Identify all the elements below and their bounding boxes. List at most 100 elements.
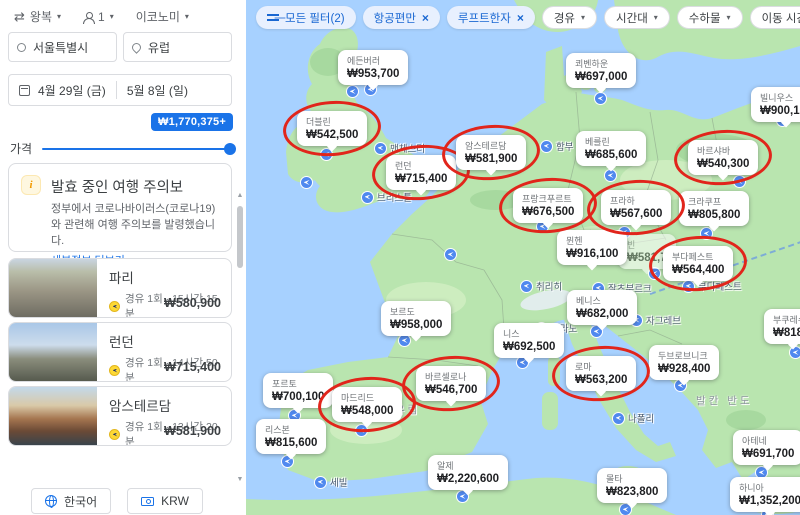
banknote-icon — [141, 497, 154, 506]
map-price-card[interactable]: 리스본₩815,600 — [256, 419, 326, 454]
airport-marker-icon[interactable] — [374, 142, 387, 155]
airport-marker-icon[interactable] — [733, 175, 746, 188]
filter-chip-duration[interactable]: 이동 시간▾ — [750, 6, 800, 29]
close-icon[interactable]: × — [517, 11, 524, 25]
chevron-down-icon: ▾ — [581, 13, 585, 22]
filter-chip-stops[interactable]: 경유▾ — [542, 6, 597, 29]
map-place-label: 브리스틀 — [361, 190, 412, 204]
trip-type-dropdown[interactable]: ⇄ 왕복 ▾ — [10, 6, 65, 27]
tune-icon — [267, 13, 279, 23]
price-slider[interactable] — [42, 148, 234, 150]
chevron-down-icon: ▾ — [110, 12, 114, 21]
date-range-field[interactable]: 4월 29일 (금) 5월 8일 (일) — [8, 74, 232, 106]
map-price-card[interactable]: 부쿠레슈₩818,3 — [764, 309, 800, 344]
map-price-card[interactable]: 크라쿠프₩805,800 — [679, 191, 749, 226]
price-slider-label: 가격 — [10, 140, 32, 157]
map-place-label: 취리히 — [520, 279, 562, 293]
map-price-card[interactable]: 로마₩563,200 — [566, 356, 636, 391]
origin-circle-icon — [17, 43, 26, 52]
map-price-card[interactable]: 더블린₩542,500 — [297, 111, 367, 146]
destination-card-paris[interactable]: 파리 경유 1회 · 15시간 15분 ₩580,900 — [8, 258, 232, 318]
map-price-card[interactable]: 몰타₩823,800 — [597, 468, 667, 503]
price-slider-row: 가격 — [10, 140, 234, 157]
map-price-card[interactable]: 런던₩715,400 — [386, 155, 456, 190]
travel-advisory-card: i 발효 중인 여행 주의보 정부에서 코로나바이러스(코로나19)와 관련해 … — [8, 163, 232, 252]
map-price-card[interactable]: 아테네₩691,700 — [733, 430, 800, 465]
airline-logo-icon — [109, 301, 120, 312]
chevron-down-icon: ▾ — [727, 13, 731, 22]
language-button[interactable]: 한국어 — [31, 488, 111, 514]
map-price-card[interactable]: 베니스₩682,000 — [567, 290, 637, 325]
airport-marker-icon[interactable] — [540, 140, 553, 153]
map-price-card[interactable]: 바르샤바₩540,300 — [688, 140, 758, 175]
map-price-card[interactable]: 프랑크푸르트₩676,500 — [513, 188, 583, 223]
scrollbar-thumb[interactable] — [237, 206, 243, 268]
map-price-card[interactable]: 두브로브니크₩928,400 — [649, 345, 719, 380]
search-side-panel: ⇄ 왕복 ▾ 1 ▾ 이코노미 ▾ 서울특별시 유럽 — [0, 0, 246, 515]
location-pin-icon — [130, 41, 143, 54]
panel-scrollbar[interactable]: ▲ ▼ — [236, 192, 244, 484]
scroll-down-arrow[interactable]: ▼ — [236, 476, 244, 484]
airport-marker-icon[interactable] — [361, 191, 374, 204]
city-photo — [9, 259, 97, 317]
map-price-card[interactable]: 하니아₩1,352,200 — [730, 477, 800, 512]
scroll-up-arrow[interactable]: ▲ — [236, 192, 244, 200]
map-place-label: 함부 — [540, 139, 573, 153]
airport-marker-icon[interactable] — [444, 248, 457, 261]
date-divider — [116, 81, 117, 99]
chevron-down-icon: ▾ — [654, 13, 658, 22]
flight-search-page: 유럽 발칸 반도 맨체스터 브리스틀 함부 취리히 밀라노 잘츠부르크 부다페스… — [0, 0, 800, 515]
map-price-card[interactable]: 쾨벤하운₩697,000 — [566, 53, 636, 88]
map-place-label: 세빌 — [314, 475, 347, 489]
filter-chip-lufthansa[interactable]: 루프트한자× — [447, 6, 535, 29]
destination-card-amsterdam[interactable]: 암스테르담 경유 1회 · 13시간 20분 ₩581,900 — [8, 386, 232, 446]
airport-marker-icon[interactable] — [612, 412, 625, 425]
origin-field[interactable]: 서울특별시 — [8, 32, 117, 62]
map-price-card[interactable]: 부다페스트₩564,400 — [663, 246, 733, 281]
person-icon — [83, 12, 93, 22]
map-price-card[interactable]: 뮌헨₩916,100 — [557, 230, 627, 265]
round-trip-icon: ⇄ — [14, 9, 25, 25]
airline-logo-icon — [109, 365, 120, 376]
footer-buttons: 한국어 KRW — [0, 488, 234, 514]
city-photo — [9, 387, 97, 445]
map-place-label: 자그레브 — [630, 313, 681, 327]
destination-card-london[interactable]: 런던 경유 1회 · 14시간 50분 ₩715,400 — [8, 322, 232, 382]
filter-chip-bar: 모든 필터(2) 항공편만× 루프트한자× 경유▾ 시간대▾ 수하물▾ 이동 시… — [256, 6, 800, 29]
map-price-card[interactable]: 에든버러₩953,700 — [338, 50, 408, 85]
destination-field[interactable]: 유럽 — [123, 32, 232, 62]
price-slider-knob[interactable] — [224, 143, 236, 155]
cabin-class-dropdown[interactable]: 이코노미 ▾ — [132, 6, 193, 27]
trip-options-bar: ⇄ 왕복 ▾ 1 ▾ 이코노미 ▾ — [10, 6, 193, 27]
map-price-card[interactable]: 바르셀로나₩546,700 — [416, 366, 486, 401]
filter-chip-times[interactable]: 시간대▾ — [604, 6, 670, 29]
airport-marker-icon[interactable] — [346, 85, 359, 98]
map-price-card[interactable]: 보르도₩958,000 — [381, 301, 451, 336]
map-price-card[interactable]: 알제₩2,220,600 — [428, 455, 508, 490]
city-photo — [9, 323, 97, 381]
depart-date[interactable]: 4월 29일 (금) — [38, 82, 106, 99]
map-price-card[interactable]: 프라하₩567,600 — [601, 190, 671, 225]
map-canvas[interactable]: 유럽 발칸 반도 맨체스터 브리스틀 함부 취리히 밀라노 잘츠부르크 부다페스… — [246, 0, 800, 515]
passenger-count-dropdown[interactable]: 1 ▾ — [79, 8, 118, 26]
map-place-label: 맨체스터 — [374, 141, 425, 155]
airport-marker-icon[interactable] — [520, 280, 533, 293]
filter-chip-bags[interactable]: 수하물▾ — [677, 6, 743, 29]
map-price-card[interactable]: 빌니우스₩900,100 — [751, 87, 800, 122]
map-price-card[interactable]: 베를린₩685,600 — [576, 131, 646, 166]
map-place-label: 나폴리 — [612, 411, 654, 425]
close-icon[interactable]: × — [422, 11, 429, 25]
airport-marker-icon[interactable] — [314, 476, 327, 489]
map-price-card[interactable]: 포르토₩700,100 — [263, 373, 333, 408]
map-price-card[interactable]: 암스테르담₩581,900 — [456, 135, 526, 170]
return-date[interactable]: 5월 8일 (일) — [127, 82, 188, 99]
region-label: 발칸 반도 — [696, 393, 753, 408]
map-price-card[interactable]: 니스₩692,500 — [494, 323, 564, 358]
currency-button[interactable]: KRW — [127, 488, 203, 514]
all-filters-chip[interactable]: 모든 필터(2) — [256, 6, 356, 29]
airport-marker-icon[interactable] — [300, 176, 313, 189]
airline-logo-icon — [109, 429, 120, 440]
origin-destination-row: 서울특별시 유럽 — [8, 32, 232, 62]
filter-chip-flights-only[interactable]: 항공편만× — [363, 6, 440, 29]
map-price-card[interactable]: 마드리드₩548,000 — [332, 387, 402, 422]
